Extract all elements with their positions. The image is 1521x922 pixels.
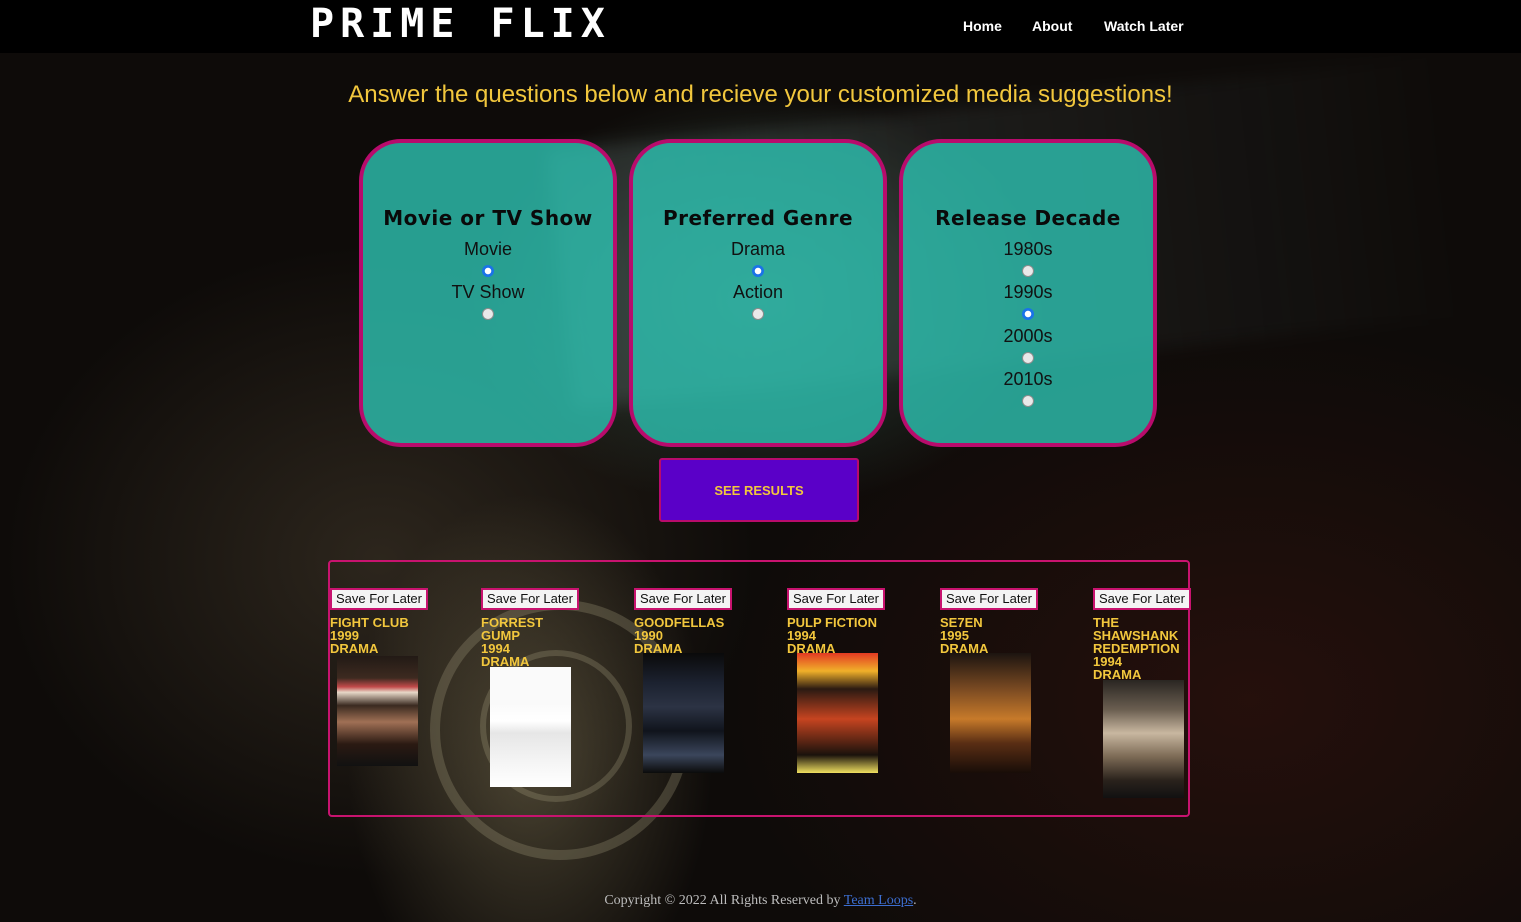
option-label-1990s: 1990s [1003,282,1053,302]
page-headline: Answer the questions below and recieve y… [348,81,1173,108]
movie-info: FIGHT CLUB 1999 DRAMA [330,616,428,655]
movie-title: FORREST GUMP [481,615,544,643]
movie-info: PULP FICTION 1994 DRAMA [787,616,885,655]
radio-2010s[interactable] [1022,395,1034,407]
question-title: Preferred Genre [662,206,854,230]
see-results-button[interactable]: SEE RESULTS [659,458,859,522]
site-logo[interactable]: PRIME FLIX [310,2,611,46]
question-title: Movie or TV Show [383,206,593,230]
option-label-movie: Movie [463,239,512,259]
footer-period: . [913,893,917,908]
question-title: Release Decade [935,206,1121,230]
movie-poster [797,653,878,773]
movie-poster [1103,680,1184,798]
movie-genre: DRAMA [330,641,379,656]
save-for-later-button[interactable]: Save For Later [940,588,1038,610]
movie-poster [950,653,1031,773]
save-for-later-button[interactable]: Save For Later [634,588,732,610]
save-for-later-button[interactable]: Save For Later [1093,588,1191,610]
save-for-later-button[interactable]: Save For Later [787,588,885,610]
movie-info: GOODFELLAS 1990 DRAMA [634,616,732,655]
option-label-2010s: 2010s [1003,369,1053,389]
option-label-tv-show: TV Show [451,282,525,302]
save-for-later-button[interactable]: Save For Later [481,588,579,610]
option-label-2000s: 2000s [1003,326,1053,346]
radio-1990s[interactable] [1022,308,1034,320]
radio-movie[interactable] [482,265,494,277]
radio-tv-show[interactable] [482,308,494,320]
save-for-later-button[interactable]: Save For Later [330,588,428,610]
footer-copyright: Copyright © 2022 All Rights Reserved by [604,893,844,908]
movie-poster [337,656,418,766]
movie-poster [490,667,571,787]
movie-info: SE7EN 1995 DRAMA [940,616,1038,655]
option-label-drama: Drama [730,239,785,259]
results-panel: Save For Later FIGHT CLUB 1999 DRAMA Sav… [328,560,1191,817]
nav-watch-later[interactable]: Watch Later [1104,18,1184,34]
nav-home[interactable]: Home [963,18,1002,34]
footer-team-link[interactable]: Team Loops [844,893,913,908]
option-label-action: Action [732,282,784,302]
movie-title: THE SHAWSHANK REDEMPTION [1093,615,1180,656]
nav-about[interactable]: About [1032,18,1072,34]
footer: Copyright © 2022 All Rights Reserved by … [0,893,1521,909]
movie-poster [643,653,724,773]
movie-info: THE SHAWSHANK REDEMPTION 1994 DRAMA [1093,616,1189,681]
option-label-1980s: 1980s [1003,239,1053,259]
movie-info: FORREST GUMP 1994 DRAMA [481,616,579,668]
radio-2000s[interactable] [1022,352,1034,364]
question-card-genre: Preferred Genre Drama Action [629,139,887,447]
question-card-decade: Release Decade 1980s 1990s 2000s 2010s [899,139,1157,447]
radio-drama[interactable] [752,265,764,277]
top-navbar: PRIME FLIX Home About Watch Later [0,0,1521,53]
radio-action[interactable] [752,308,764,320]
question-card-media-type: Movie or TV Show Movie TV Show [359,139,617,447]
radio-1980s[interactable] [1022,265,1034,277]
